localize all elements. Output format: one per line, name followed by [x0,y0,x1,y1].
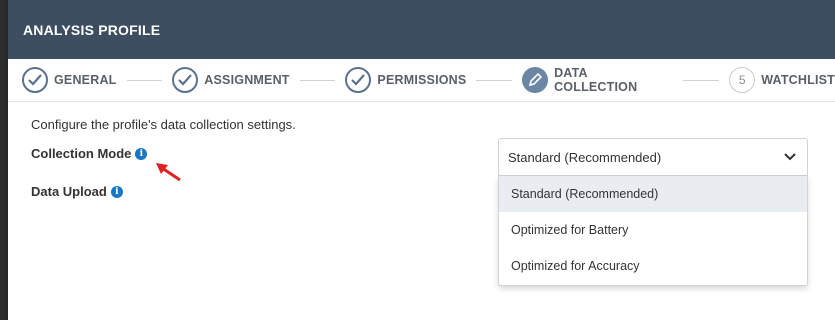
check-icon [345,67,372,93]
step-watchlist[interactable]: 5 WATCHLIST [729,67,835,93]
step-label: PERMISSIONS [377,73,467,87]
collection-mode-select[interactable]: Standard (Recommended) [498,138,808,176]
step-permissions[interactable]: PERMISSIONS [345,67,466,93]
chevron-down-icon [784,153,796,161]
annotation-arrow-icon [156,163,181,182]
option-battery[interactable]: Optimized for Battery [499,212,807,248]
option-accuracy[interactable]: Optimized for Accuracy [499,248,807,284]
check-icon [22,67,48,93]
dialog-header: ANALYSIS PROFILE [8,0,835,59]
dialog-title: ANALYSIS PROFILE [23,21,161,38]
info-icon[interactable]: i [135,147,148,160]
select-value: Standard (Recommended) [508,149,662,165]
step-label: GENERAL [54,73,117,87]
step-number: 5 [729,67,756,93]
option-standard[interactable]: Standard (Recommended) [499,176,807,212]
data-upload-label-text: Data Upload [31,184,107,199]
step-connector [299,79,336,81]
step-general[interactable]: GENERAL [22,67,117,93]
step-label: DATA COLLECTION [554,66,638,94]
info-icon[interactable]: i [110,185,123,198]
collection-mode-label-text: Collection Mode [31,146,132,161]
step-connector [126,79,163,81]
step-connector [683,79,720,81]
pencil-icon [522,67,549,93]
step-connector [476,79,513,81]
step-label: ASSIGNMENT [204,73,290,87]
check-icon [172,67,199,93]
step-assignment[interactable]: ASSIGNMENT [172,67,289,93]
intro-text: Configure the profile's data collection … [31,117,296,132]
background-strip [0,0,8,320]
wizard-stepper: GENERAL ASSIGNMENT PERMISSIONS DATA COLL… [8,59,835,102]
analysis-profile-dialog: ANALYSIS PROFILE GENERAL ASSIGNMENT PERM… [8,0,835,320]
step-label: WATCHLIST [761,73,835,87]
step-data-collection[interactable]: DATA COLLECTION [522,66,673,94]
collection-mode-dropdown: Standard (Recommended) Optimized for Bat… [498,176,808,286]
